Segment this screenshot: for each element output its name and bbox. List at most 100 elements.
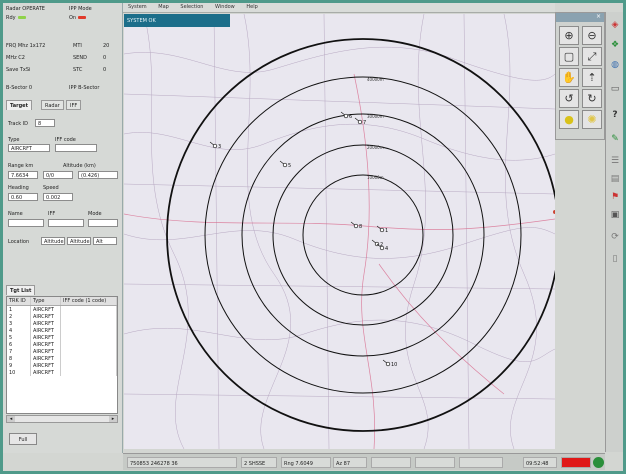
table-row[interactable]: 9 AIRCRFT [7, 362, 117, 369]
help-icon: ? [612, 110, 618, 120]
table-row[interactable]: 10 AIRCRFT [7, 369, 117, 376]
left-control-panel: Radar OPERATE Rdy IPP Mode On FRQ Mhz 1x… [3, 3, 123, 453]
location-field-a[interactable]: Altitude [41, 237, 65, 245]
rotate-right-button[interactable]: ↻ [582, 89, 602, 108]
list-button[interactable]: ☰ [608, 154, 622, 168]
refresh-button[interactable]: ⟳ [608, 230, 622, 244]
heading-field[interactable]: 0.60 [8, 193, 38, 201]
rotate-left-button[interactable]: ↺ [559, 89, 579, 108]
target-marker[interactable]: 7 [354, 117, 366, 126]
north-button[interactable]: ⇡ [582, 68, 602, 87]
tab-iff[interactable]: IFF [66, 100, 82, 110]
full-button[interactable]: Full [9, 433, 37, 445]
cell-type: AIRCRFT [31, 355, 61, 362]
target-marker[interactable]: 8 [350, 221, 362, 230]
cursor-coordinates: 750853 246278 36 [127, 457, 237, 468]
col-iff-code[interactable]: IFF code (1 code) [61, 297, 117, 305]
frq-label: FRQ Mhz 1x172 [6, 43, 46, 49]
zoom-box-button[interactable]: ▢ [559, 47, 579, 66]
type-field[interactable]: AIRCRFT [8, 144, 50, 152]
col-type[interactable]: Type [31, 297, 61, 305]
help-button[interactable]: ? [608, 108, 622, 122]
range-label-4: 40000m [367, 77, 384, 82]
track-id-field[interactable]: 8 [35, 119, 55, 127]
mode-field[interactable] [88, 219, 118, 227]
table-row[interactable]: 8 AIRCRFT [7, 355, 117, 362]
iff-field[interactable] [48, 219, 84, 227]
monitor-button[interactable]: ▭ [608, 82, 622, 96]
target-marker[interactable]: 10 [382, 359, 397, 368]
tool-palette-title[interactable]: × [556, 13, 604, 22]
location-field-c[interactable]: Alt [93, 237, 117, 245]
cell-iff [61, 348, 117, 355]
target-center-button[interactable]: ● [559, 110, 579, 129]
range-label-2: 20000m [367, 145, 384, 150]
cell-trk-id: 9 [7, 362, 31, 369]
layer-button-1[interactable]: ◈ [608, 18, 622, 32]
tab-target[interactable]: Target [6, 100, 32, 110]
fit-view-button[interactable]: ⤢ [582, 47, 602, 66]
table-row[interactable]: 1 AIRCRFT [7, 306, 117, 313]
cell-type: AIRCRFT [31, 362, 61, 369]
table-row[interactable]: 6 AIRCRFT [7, 341, 117, 348]
pan-button[interactable]: ✋ [559, 68, 579, 87]
table-row[interactable]: 7 AIRCRFT [7, 348, 117, 355]
panel-button[interactable]: ▤ [608, 172, 622, 186]
range-ring-outer [166, 38, 555, 432]
tab-radar[interactable]: Radar [41, 100, 64, 110]
highlight-button[interactable]: ✺ [582, 110, 602, 129]
panel-icon: ▤ [610, 174, 620, 184]
fit-view-icon: ⤢ [587, 49, 597, 63]
rotate-left-icon: ↺ [564, 92, 574, 105]
col-trk-id[interactable]: TRK ID [7, 297, 31, 305]
document-button[interactable]: ▯ [608, 252, 622, 266]
radar-map-view[interactable]: 10000m 20000m 30000m 40000m 6 7 3 5 8 1 2 4 10 S… [124, 14, 555, 449]
radar-plot[interactable]: 10000m 20000m 30000m 40000m 6735812410 [124, 14, 555, 449]
status-dropdown-1[interactable] [371, 457, 411, 468]
scroll-left-arrow-icon[interactable]: ◂ [7, 416, 15, 422]
menu-selection[interactable]: Selection [175, 3, 208, 11]
menu-system[interactable]: System [123, 3, 152, 11]
speed-field[interactable]: 0.002 [43, 193, 73, 201]
name-field[interactable] [8, 219, 44, 227]
table-row[interactable]: 5 AIRCRFT [7, 334, 117, 341]
menu-map[interactable]: Map [153, 3, 174, 11]
edit-button[interactable]: ✎ [608, 132, 622, 146]
altitude-field[interactable]: (0.426) [78, 171, 118, 179]
target-symbol-icon [379, 245, 385, 251]
sun-icon: ✺ [587, 113, 597, 126]
iff-code-field[interactable] [55, 144, 97, 152]
tab-tgt-list[interactable]: Tgt List [6, 285, 36, 295]
range-field[interactable]: 7.6634 [8, 171, 38, 179]
menu-help[interactable]: Help [241, 3, 262, 11]
send-value: 0 [103, 55, 107, 61]
status-dropdown-2[interactable] [415, 457, 455, 468]
close-icon[interactable]: × [596, 13, 601, 20]
menu-window[interactable]: Window [210, 3, 240, 11]
scroll-right-arrow-icon[interactable]: ▸ [109, 416, 117, 422]
target-label: 5 [288, 163, 291, 169]
system-status-bar: SYSTEM OK [124, 14, 230, 27]
target-marker[interactable]: 5 [279, 160, 291, 169]
altitude-mid-field[interactable]: 0/0 [43, 171, 73, 179]
range-label: Range km [8, 163, 34, 169]
globe-button[interactable]: ◍ [608, 58, 622, 72]
mhz-label: MHz C2 [6, 55, 25, 61]
alarm-button[interactable]: ⚑ [608, 190, 622, 204]
table-horizontal-scrollbar[interactable]: ◂ ▸ [6, 415, 118, 423]
range-ring-2 [272, 144, 454, 326]
layer-button-2[interactable]: ❖ [608, 38, 622, 52]
location-field-b[interactable]: Altitude [67, 237, 91, 245]
zoom-in-button[interactable]: ⊕ [559, 26, 579, 45]
zoom-out-button[interactable]: ⊖ [582, 26, 602, 45]
range-readout: Rng 7.6049 [281, 457, 331, 468]
print-button[interactable]: ▣ [608, 208, 622, 222]
target-symbol-icon [343, 113, 349, 119]
boundary-marker [553, 210, 555, 214]
table-row[interactable]: 3 AIRCRFT [7, 320, 117, 327]
table-row[interactable]: 4 AIRCRFT [7, 327, 117, 334]
ready-indicator: Rdy [6, 15, 26, 21]
table-row[interactable]: 2 AIRCRFT [7, 313, 117, 320]
target-label: 8 [359, 224, 362, 230]
map-tool-palette: × ⊕ ⊖ ▢ ⤢ ✋ ⇡ ↺ ↻ ● ✺ [555, 12, 605, 140]
